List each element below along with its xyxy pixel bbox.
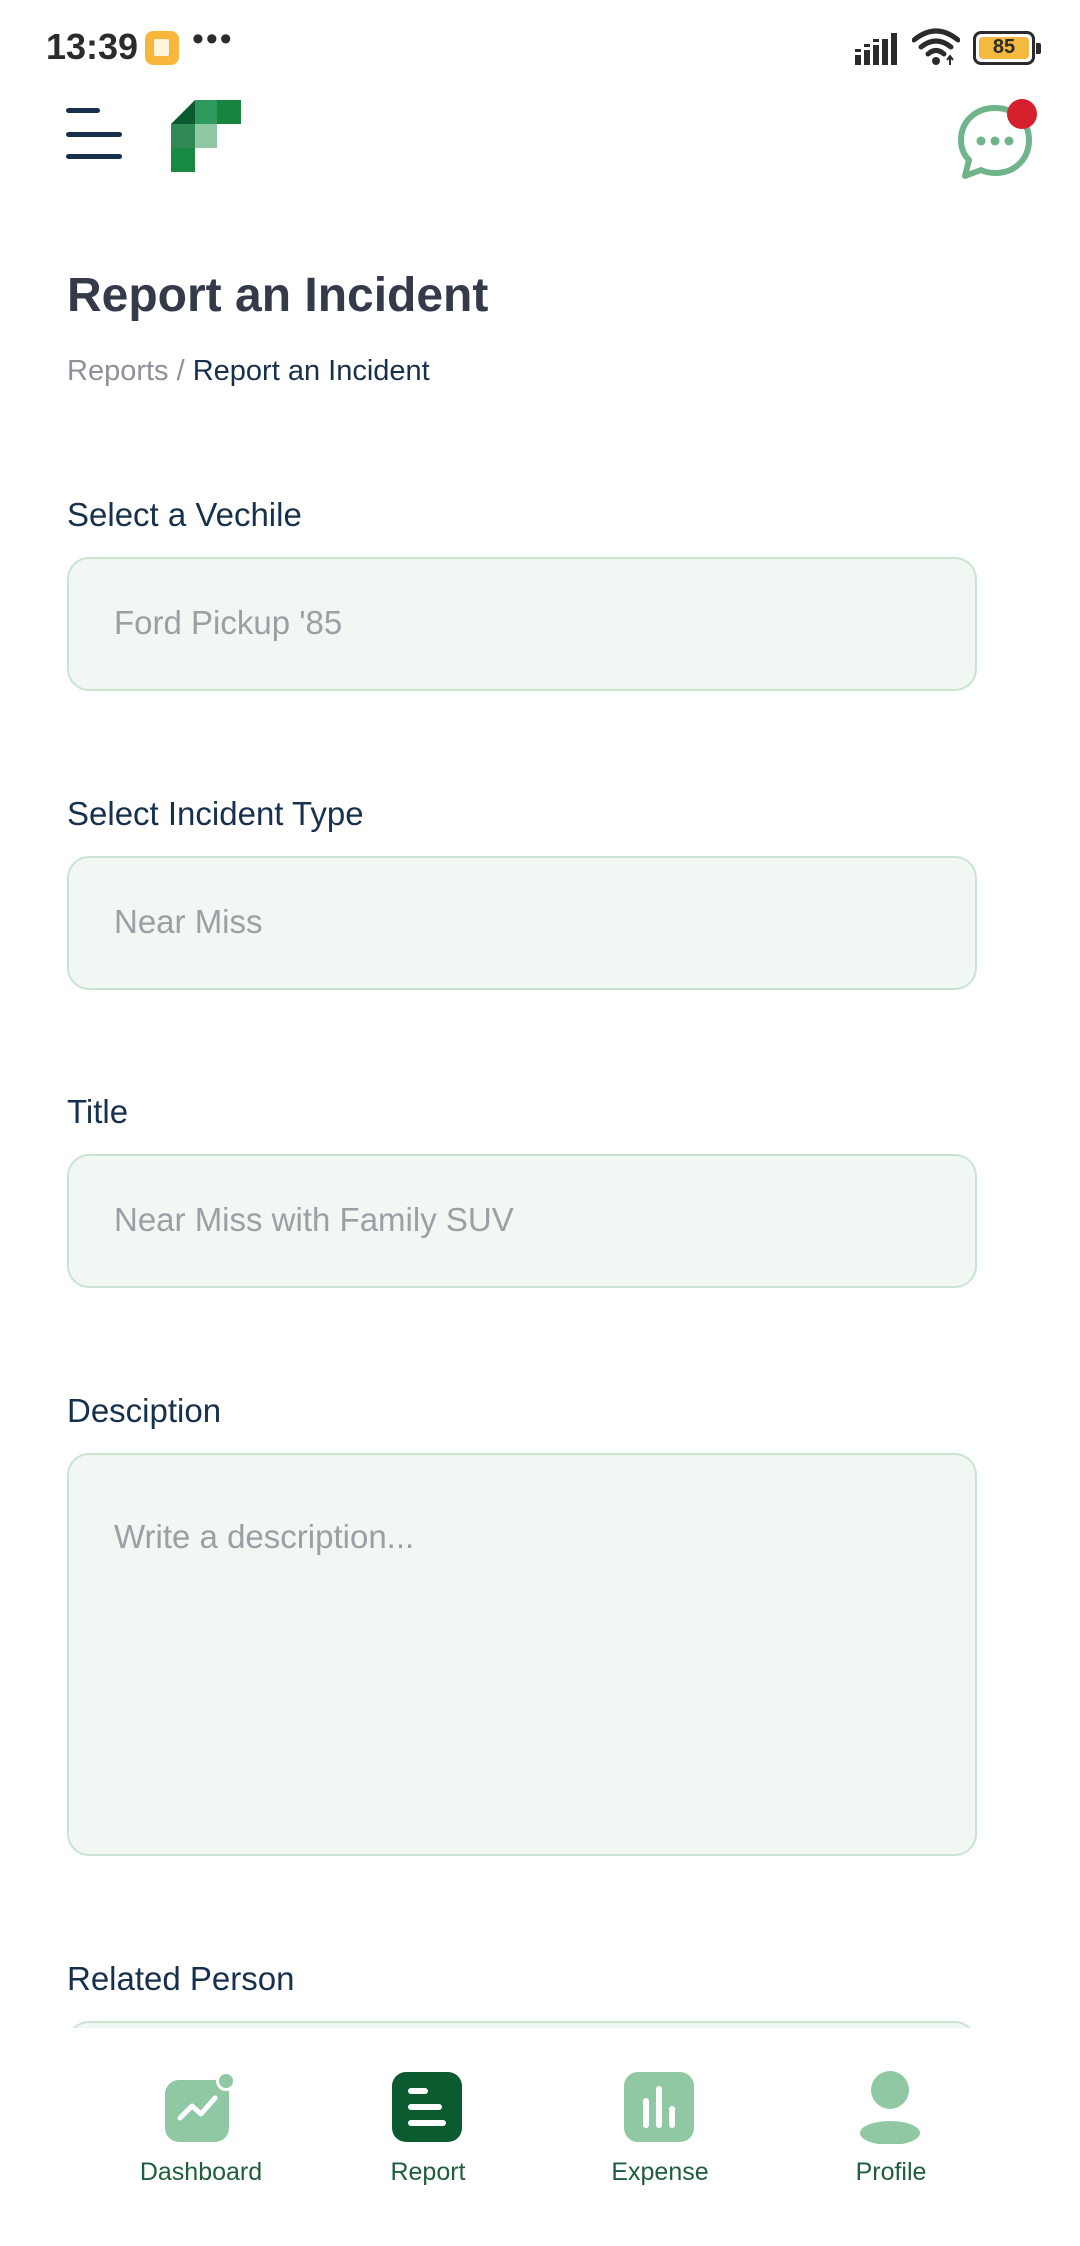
dashboard-chart-icon	[165, 2071, 236, 2142]
nav-dashboard-label: Dashboard	[139, 2158, 263, 2186]
report-incident-screen: 13:39 ••• 85 Report an Incident Reports …	[0, 0, 1080, 2246]
battery-level: 85	[992, 36, 1016, 58]
wifi-icon	[912, 28, 960, 65]
title-label: Title	[67, 1093, 129, 1130]
vehicle-label: Select a Vechile	[67, 496, 302, 533]
related-person-clip	[0, 1985, 1080, 2028]
related-person-select[interactable]	[67, 2021, 977, 2028]
signal-icon	[855, 33, 897, 65]
chat-notification-badge	[1007, 99, 1037, 129]
vehicle-select[interactable]: Ford Pickup '85	[67, 557, 977, 691]
nav-report-label: Report	[390, 2158, 466, 2186]
nav-dashboard[interactable]: Dashboard	[101, 2028, 301, 2218]
report-list-icon	[392, 2072, 462, 2142]
battery-icon: 85	[973, 31, 1041, 65]
incident-type-label: Select Incident Type	[67, 795, 364, 832]
page-title: Report an Incident	[67, 269, 489, 322]
nav-expense[interactable]: Expense	[560, 2028, 760, 2218]
description-textarea[interactable]: Write a description...	[67, 1453, 977, 1856]
vehicle-select-value: Ford Pickup '85	[114, 604, 343, 641]
description-label: Desciption	[67, 1392, 222, 1429]
title-input[interactable]: Near Miss with Family SUV	[67, 1154, 977, 1288]
nav-report[interactable]: Report	[328, 2028, 528, 2218]
profile-person-icon	[860, 2071, 920, 2144]
more-notifications-icon: •••	[192, 20, 234, 58]
nav-profile[interactable]: Profile	[791, 2028, 991, 2218]
status-time: 13:39	[46, 26, 139, 67]
app-logo-icon	[171, 100, 241, 172]
hamburger-menu-icon[interactable]	[66, 108, 122, 160]
description-placeholder: Write a description...	[114, 1518, 415, 1555]
breadcrumb-separator: /	[168, 355, 193, 387]
breadcrumb-current: Report an Incident	[192, 355, 430, 387]
title-input-value: Near Miss with Family SUV	[114, 1201, 514, 1238]
nav-profile-label: Profile	[855, 2158, 927, 2186]
breadcrumb-reports-link[interactable]: Reports	[67, 355, 169, 387]
breadcrumb: Reports / Report an Incident	[67, 355, 430, 388]
incident-type-select-value: Near Miss	[114, 903, 263, 940]
nav-expense-label: Expense	[611, 2158, 709, 2186]
expense-bars-icon	[624, 2072, 694, 2142]
status-bar: 13:39 ••• 85	[0, 0, 1080, 96]
notification-app-icon	[145, 31, 179, 65]
incident-type-select[interactable]: Near Miss	[67, 856, 977, 990]
bottom-nav: Dashboard Report Expense Profile	[0, 2028, 1080, 2246]
